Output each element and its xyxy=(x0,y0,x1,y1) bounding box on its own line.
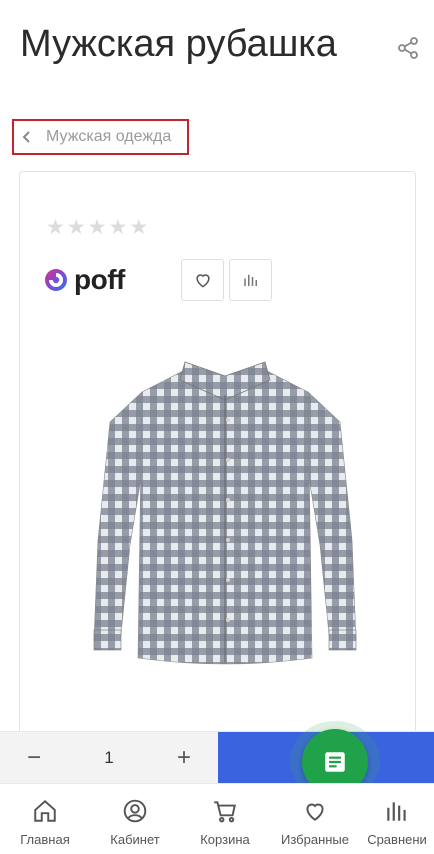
quantity-value[interactable]: 1 xyxy=(104,748,113,768)
heart-icon xyxy=(195,274,210,288)
breadcrumb-label: Мужская одежда xyxy=(46,128,172,145)
tab-favorites[interactable]: Избранные xyxy=(270,784,360,854)
brand-mark-icon xyxy=(45,269,67,291)
tab-home-label: Главная xyxy=(20,832,70,847)
quantity-increase-button[interactable]: + xyxy=(174,744,194,772)
tab-account-label: Кабинет xyxy=(110,832,160,847)
star-icon: ★ xyxy=(129,216,149,239)
share-button[interactable] xyxy=(396,36,420,60)
compare-icon xyxy=(243,274,257,286)
document-icon xyxy=(325,752,345,772)
tab-cart-label: Корзина xyxy=(200,832,250,847)
chevron-left-icon xyxy=(22,131,30,143)
star-icon: ★ xyxy=(87,216,107,239)
tab-compare[interactable]: Сравнени xyxy=(360,784,434,854)
brand-name: poff xyxy=(74,264,125,295)
tab-favorites-label: Избранные xyxy=(281,832,349,847)
quantity-stepper: − 1 + xyxy=(0,732,218,784)
compare-icon xyxy=(387,802,406,821)
profile-icon xyxy=(123,799,147,823)
brand-logo[interactable]: poff xyxy=(44,264,125,296)
tab-compare-label: Сравнени xyxy=(367,832,427,847)
product-image[interactable] xyxy=(80,340,370,670)
cart-icon xyxy=(214,801,236,823)
tab-cart[interactable]: Корзина xyxy=(180,784,270,854)
tab-account[interactable]: Кабинет xyxy=(90,784,180,854)
home-icon xyxy=(34,799,56,822)
heart-icon xyxy=(306,803,324,821)
star-icon: ★ xyxy=(66,216,86,239)
product-card: ★ ★ ★ ★ ★ poff xyxy=(19,171,416,791)
add-to-compare-button[interactable] xyxy=(229,259,272,301)
share-icon xyxy=(398,37,418,59)
tab-home[interactable]: Главная xyxy=(0,784,90,854)
page-title: Мужская рубашка xyxy=(20,23,337,65)
bottom-navigation: Главная Кабинет Корзина Избранные Сравне… xyxy=(0,783,434,854)
quantity-decrease-button[interactable]: − xyxy=(24,744,44,772)
add-to-favorites-button[interactable] xyxy=(181,259,224,301)
rating-stars[interactable]: ★ ★ ★ ★ ★ xyxy=(46,217,148,239)
breadcrumb-back-link[interactable]: Мужская одежда xyxy=(12,119,189,155)
star-icon: ★ xyxy=(46,216,65,239)
star-icon: ★ xyxy=(108,216,128,239)
